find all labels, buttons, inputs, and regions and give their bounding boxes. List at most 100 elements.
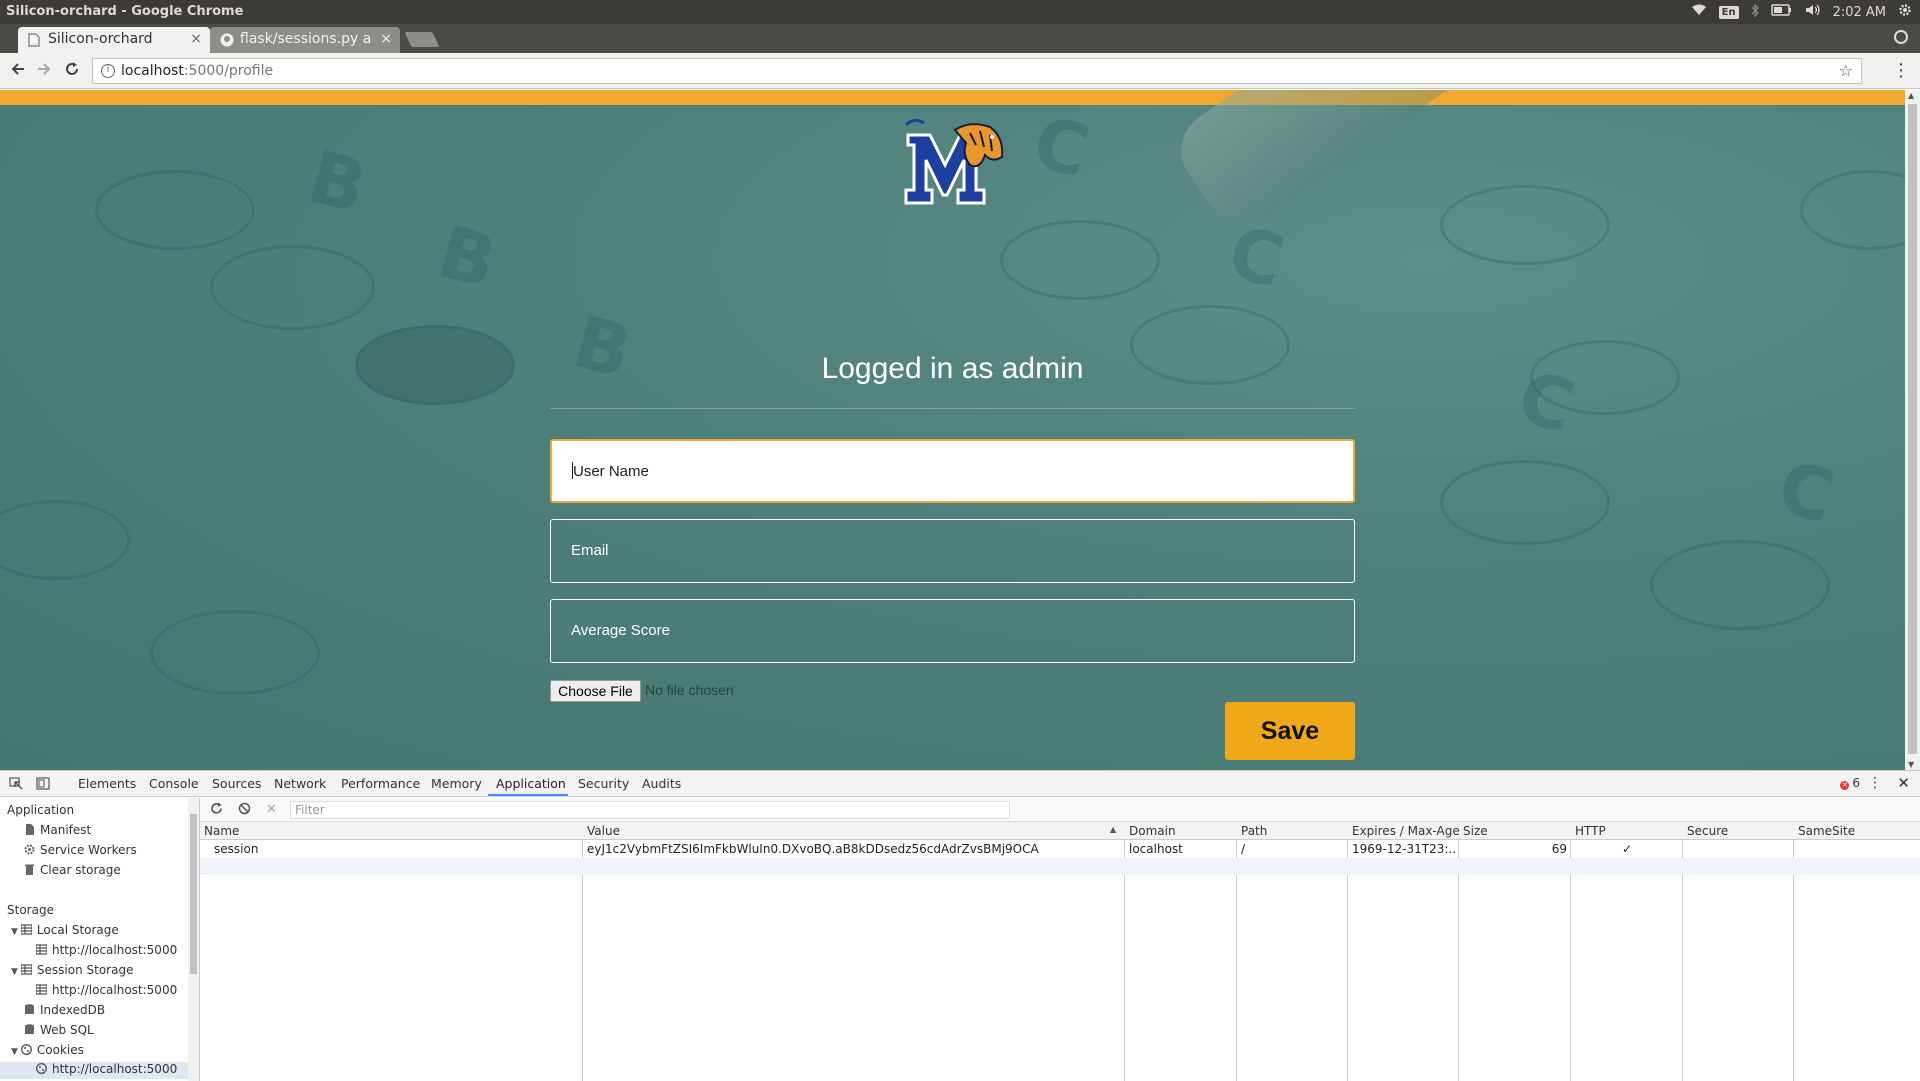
top-accent-bar — [0, 90, 1905, 105]
header-value[interactable]: Value — [587, 824, 620, 838]
device-toolbar-icon[interactable] — [36, 777, 50, 790]
cookie-icon — [36, 1063, 47, 1074]
document-icon — [24, 824, 35, 835]
tab-label: flask/sessions.py a — [240, 31, 370, 47]
new-tab-button[interactable] — [404, 32, 440, 47]
error-counter[interactable]: ✕ 6 — [1840, 776, 1860, 790]
battery-icon[interactable] — [1770, 4, 1793, 20]
database-icon — [24, 1004, 35, 1015]
expand-triangle-icon[interactable]: ▼ — [11, 967, 18, 977]
sidebar-item-service-workers[interactable]: Service Workers — [24, 843, 137, 857]
cookie-value: eyJ1c2VybmFtZSI6ImFkbWluIn0.DXvoBQ.aB8kD… — [587, 842, 1039, 856]
sidebar-item-websql[interactable]: Web SQL — [24, 1023, 94, 1037]
page-scrollbar[interactable]: ▲ ▼ — [1905, 90, 1920, 770]
volume-icon[interactable] — [1805, 4, 1821, 20]
refresh-icon[interactable] — [210, 802, 223, 819]
scrollbar-thumb[interactable] — [1908, 104, 1917, 754]
github-icon — [220, 33, 234, 47]
tab-performance[interactable]: Performance — [341, 776, 420, 791]
sidebar-item-local-storage[interactable]: ▼ Local Storage — [11, 923, 119, 937]
system-tray: En 2:02 AM — [1691, 2, 1912, 21]
email-input[interactable]: Email — [550, 519, 1355, 583]
delete-selected-icon[interactable]: ✕ — [266, 802, 277, 817]
url-text[interactable]: localhost:5000/profile — [121, 63, 273, 79]
sidebar-scrollbar[interactable] — [188, 798, 199, 1081]
error-icon: ✕ — [1840, 781, 1850, 790]
tab-sources[interactable]: Sources — [212, 776, 261, 791]
header-path[interactable]: Path — [1241, 824, 1267, 838]
chrome-menu-icon[interactable]: ⋮ — [1892, 60, 1910, 81]
username-input[interactable]: User Name — [550, 439, 1355, 503]
settings-gear-icon[interactable] — [1898, 3, 1912, 21]
tab-security[interactable]: Security — [578, 776, 629, 791]
expand-triangle-icon[interactable]: ▼ — [11, 927, 18, 937]
tab-console[interactable]: Console — [149, 776, 199, 791]
profile-icon[interactable] — [1894, 30, 1908, 44]
forward-arrow-icon[interactable] — [36, 61, 52, 82]
devtools-close-icon[interactable]: ✕ — [1897, 774, 1910, 792]
page-title: Logged in as admin — [821, 352, 1084, 385]
choose-file-button[interactable]: Choose File — [550, 680, 641, 702]
sidebar-item-session-storage[interactable]: ▼ Session Storage — [11, 963, 133, 977]
devtools-tab-bar: Elements Console Sources Network Perform… — [0, 771, 1920, 797]
cookies-table: Name Value ▲ Domain Path Expires / Max-A… — [200, 822, 1920, 1081]
tab-silicon-orchard[interactable]: Silicon-orchard × — [18, 27, 210, 53]
header-domain[interactable]: Domain — [1129, 824, 1176, 838]
bookmark-star-icon[interactable]: ☆ — [1839, 61, 1853, 80]
sidebar-item-cookies[interactable]: ▼ Cookies — [11, 1043, 84, 1057]
header-http[interactable]: HTTP — [1575, 824, 1606, 838]
expand-triangle-icon[interactable]: ▼ — [11, 1047, 18, 1057]
bluetooth-icon[interactable] — [1751, 2, 1759, 21]
page-viewport: B B B C C C C Logged in as admin User Na… — [0, 90, 1905, 770]
inspect-element-icon[interactable] — [9, 777, 23, 790]
cookies-toolbar: ✕ Filter — [200, 798, 1920, 822]
header-secure[interactable]: Secure — [1687, 824, 1728, 838]
table-header-row: Name Value ▲ Domain Path Expires / Max-A… — [200, 822, 1920, 840]
header-samesite[interactable]: SameSite — [1798, 824, 1855, 838]
sort-ascending-icon: ▲ — [1110, 825, 1117, 834]
sidebar-item-clear-storage[interactable]: Clear storage — [24, 863, 121, 877]
empty-table-row[interactable] — [200, 858, 1920, 875]
devtools-menu-icon[interactable]: ⋮ — [1868, 775, 1882, 791]
tab-close-icon[interactable]: × — [190, 31, 202, 47]
clock[interactable]: 2:02 AM — [1833, 5, 1886, 20]
sidebar-scrollbar-thumb[interactable] — [190, 814, 197, 974]
header-name[interactable]: Name — [204, 824, 239, 838]
address-bar[interactable]: i localhost:5000/profile ☆ — [92, 58, 1862, 84]
reload-icon[interactable] — [64, 61, 80, 82]
keyboard-language-indicator[interactable]: En — [1718, 5, 1739, 19]
table-icon — [20, 924, 33, 935]
cookie-path: / — [1241, 842, 1246, 856]
scroll-down-arrow-icon[interactable]: ▼ — [1908, 760, 1914, 769]
wifi-icon[interactable] — [1691, 4, 1707, 20]
email-placeholder: Email — [571, 542, 609, 559]
average-score-input[interactable]: Average Score — [550, 599, 1355, 663]
header-size[interactable]: Size — [1463, 824, 1488, 838]
tab-memory[interactable]: Memory — [431, 776, 482, 791]
sidebar-item-session-storage-origin[interactable]: http://localhost:5000 — [35, 983, 177, 997]
tab-close-icon[interactable]: × — [380, 31, 392, 47]
sidebar-item-manifest[interactable]: Manifest — [24, 823, 91, 837]
cookie-expires: 1969-12-31T23:... — [1352, 842, 1456, 856]
browser-tab-strip: Silicon-orchard × flask/sessions.py a × — [0, 24, 1920, 53]
tab-label: Silicon-orchard — [48, 31, 153, 47]
divider — [550, 408, 1355, 409]
filter-input[interactable]: Filter — [290, 801, 1010, 819]
tab-application[interactable]: Application — [496, 776, 566, 791]
sidebar-item-local-storage-origin[interactable]: http://localhost:5000 — [35, 943, 177, 957]
site-info-icon[interactable]: i — [101, 64, 115, 78]
back-arrow-icon[interactable] — [10, 61, 26, 82]
tab-network[interactable]: Network — [274, 776, 326, 791]
tab-audits[interactable]: Audits — [642, 776, 681, 791]
tab-elements[interactable]: Elements — [78, 776, 136, 791]
average-score-placeholder: Average Score — [571, 622, 670, 639]
table-row[interactable]: session eyJ1c2VybmFtZSI6ImFkbWluIn0.DXvo… — [200, 840, 1920, 858]
page-icon — [28, 33, 40, 47]
header-expires[interactable]: Expires / Max-Age — [1352, 824, 1460, 838]
clear-all-icon[interactable] — [238, 802, 251, 819]
scroll-up-arrow-icon[interactable]: ▲ — [1908, 91, 1914, 100]
tab-flask-sessions[interactable]: flask/sessions.py a × — [210, 27, 400, 53]
sidebar-item-indexeddb[interactable]: IndexedDB — [24, 1003, 105, 1017]
sidebar-item-cookies-origin[interactable]: http://localhost:5000 — [0, 1062, 188, 1079]
save-button[interactable]: Save — [1225, 702, 1355, 760]
